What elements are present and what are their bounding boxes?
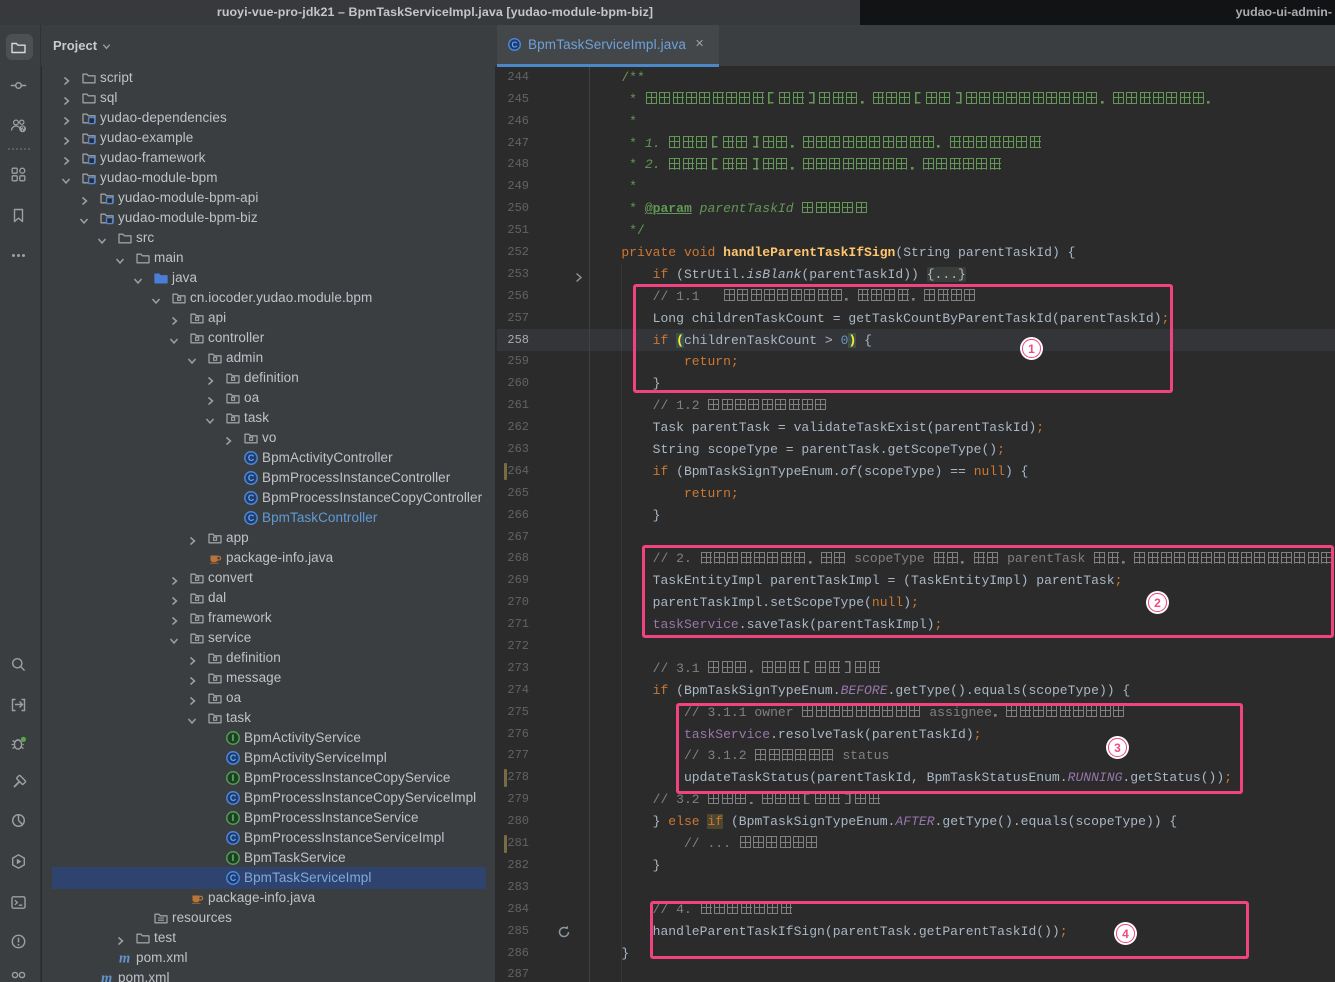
svg-text:C: C — [248, 513, 255, 523]
svg-text:C: C — [230, 793, 237, 803]
svg-text:I: I — [232, 773, 234, 783]
svg-text:C: C — [248, 453, 255, 463]
svg-text:C: C — [230, 833, 237, 843]
svg-text:C: C — [230, 873, 237, 883]
svg-text:C: C — [230, 753, 237, 763]
svg-text:?: ? — [21, 126, 25, 133]
svg-text:I: I — [232, 853, 234, 863]
svg-text:m: m — [119, 950, 130, 966]
svg-text:I: I — [232, 813, 234, 823]
svg-text:C: C — [248, 473, 255, 483]
svg-text:C: C — [248, 493, 255, 503]
svg-text:C: C — [512, 41, 518, 50]
svg-text:m: m — [101, 970, 112, 982]
svg-text:I: I — [232, 733, 234, 743]
